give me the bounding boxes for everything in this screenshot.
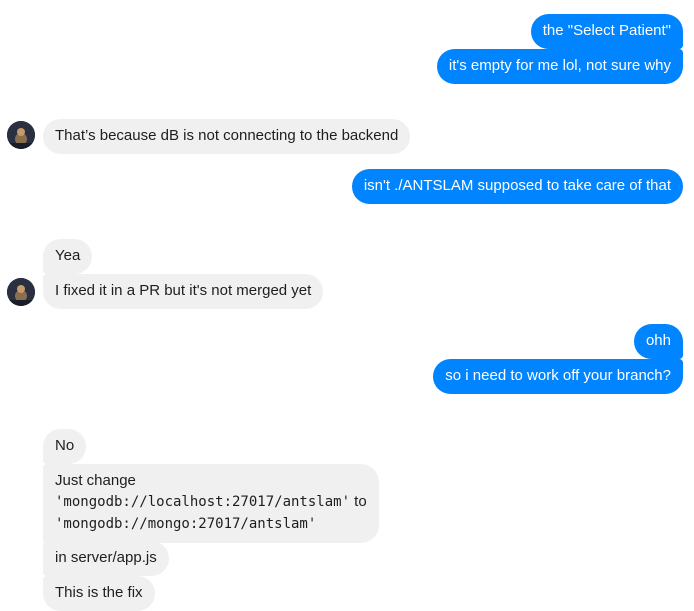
sent-message[interactable]: isn't ./ANTSLAM supposed to take care of… bbox=[351, 169, 683, 204]
message-text: to bbox=[350, 493, 367, 510]
received-message[interactable]: No bbox=[43, 429, 87, 464]
received-message-code[interactable]: Just change 'mongodb://localhost:27017/a… bbox=[43, 464, 379, 543]
received-message[interactable]: Yea bbox=[43, 239, 93, 274]
received-message[interactable]: I fixed it in a PR but it's not merged y… bbox=[43, 274, 324, 309]
received-message[interactable]: That’s because dB is not connecting to t… bbox=[43, 119, 411, 154]
message-line: 'mongodb://localhost:27017/antslam' to bbox=[55, 491, 367, 513]
received-message[interactable]: in server/app.js bbox=[43, 541, 169, 576]
sent-message[interactable]: the "Select Patient" bbox=[530, 14, 683, 49]
sent-message[interactable]: ohh bbox=[633, 324, 683, 359]
code-snippet: 'mongodb://mongo:27017/antslam' bbox=[55, 516, 317, 532]
sent-message[interactable]: so i need to work off your branch? bbox=[433, 359, 683, 394]
message-line: 'mongodb://mongo:27017/antslam' bbox=[55, 513, 367, 535]
received-message[interactable]: This is the fix bbox=[43, 576, 155, 611]
contact-avatar-icon[interactable] bbox=[7, 121, 35, 149]
message-line: Just change bbox=[55, 472, 136, 489]
contact-avatar-icon[interactable] bbox=[7, 278, 35, 306]
sent-message[interactable]: it's empty for me lol, not sure why bbox=[436, 49, 683, 84]
code-snippet: 'mongodb://localhost:27017/antslam' bbox=[55, 494, 351, 510]
